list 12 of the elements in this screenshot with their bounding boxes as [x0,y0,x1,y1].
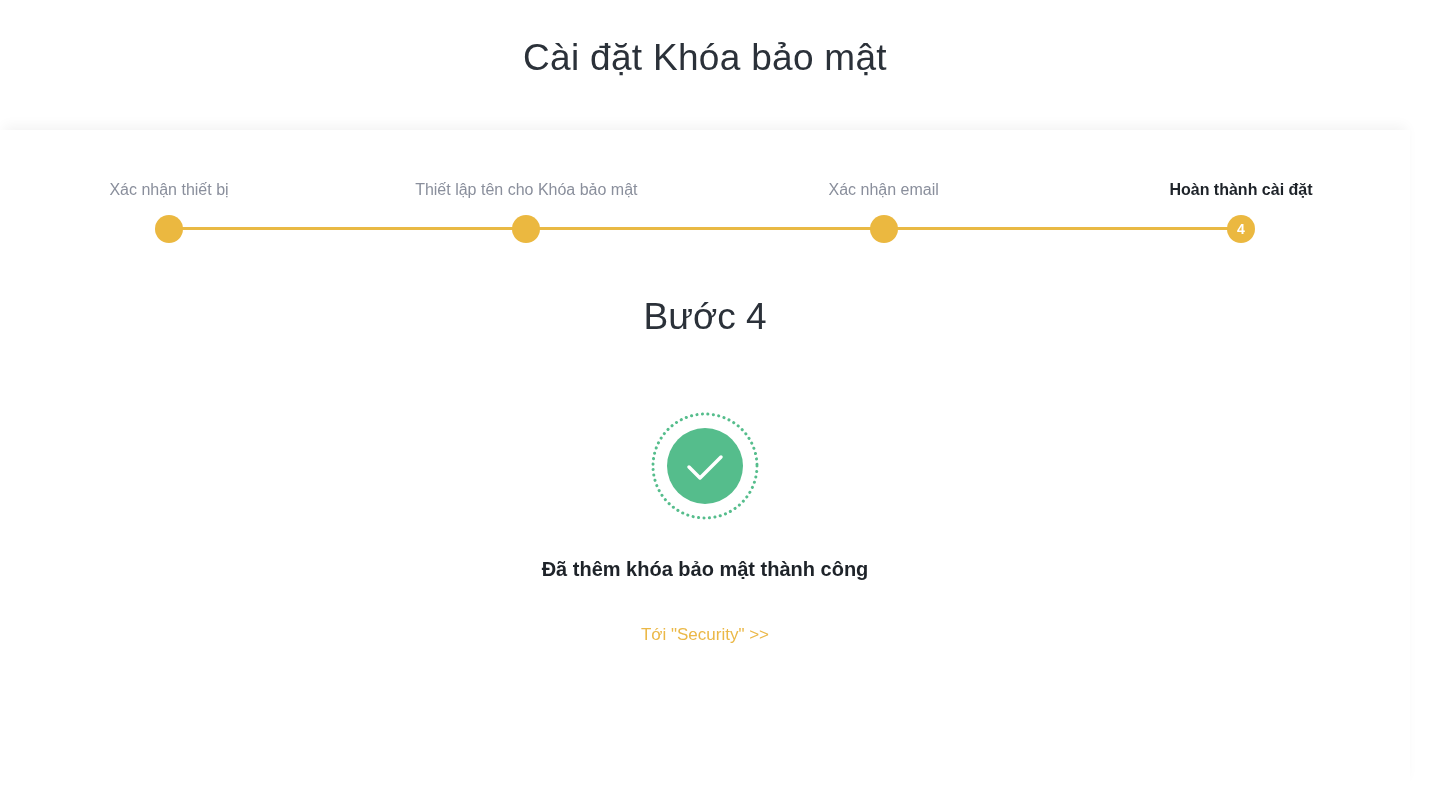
step-label: Xác nhận thiết bị [109,180,229,200]
step-number: 4 [1227,215,1255,243]
security-link[interactable]: Tới "Security" >> [640,625,770,645]
success-message: Đã thêm khóa bảo mật thành công [541,557,869,581]
step-heading: Bước 4 [643,295,767,339]
step-label: Xác nhận email [828,180,939,200]
step-dot-icon [512,215,541,243]
page-title: Cài đặt Khóa bảo mật [523,37,887,79]
step-label: Hoàn thành cài đặt [1169,180,1313,200]
step-dot-icon [869,215,898,243]
step-dot-icon [155,215,183,243]
step-label: Thiết lập tên cho Khóa bảo mật [415,180,638,200]
